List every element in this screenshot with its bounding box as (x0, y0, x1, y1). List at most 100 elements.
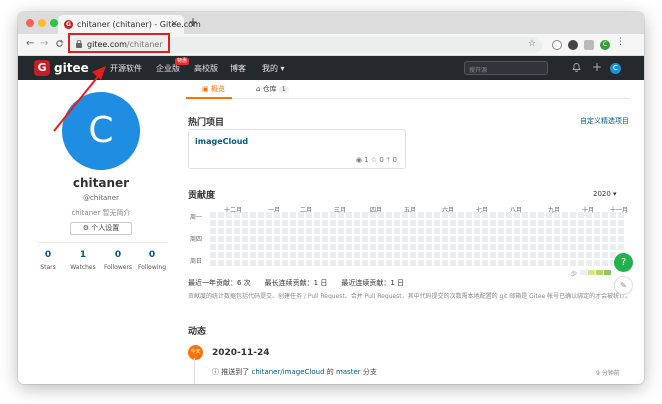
heatmap-cell (434, 220, 440, 226)
close-window-icon[interactable] (26, 19, 34, 27)
contribution-title: 贡献度 (188, 191, 216, 201)
year-select[interactable]: 2020 ▾ (593, 190, 617, 198)
weekday-label: 周四 (190, 236, 203, 243)
heatmap-cell (378, 220, 384, 226)
heatmap-cell (346, 220, 352, 226)
heatmap-cell (594, 252, 600, 258)
customize-projects-link[interactable]: 自定义精选项目 (580, 116, 629, 126)
heatmap-cell (226, 236, 232, 242)
heatmap-cell (490, 244, 496, 250)
heatmap-cell (250, 252, 256, 258)
feedback-float-button[interactable]: ✎ (614, 276, 633, 295)
activity-branch-link[interactable]: master (336, 368, 361, 376)
heatmap-cell (362, 236, 368, 242)
heatmap-cell (330, 220, 336, 226)
heatmap-cell (482, 228, 488, 234)
year-value: 2020 (593, 190, 611, 198)
heatmap-cell (250, 244, 256, 250)
profile-name: chitaner (72, 176, 130, 190)
header-avatar[interactable]: C (610, 63, 621, 74)
heatmap-cell (506, 260, 512, 266)
repo-name-link[interactable]: imageCloud (195, 137, 248, 146)
heatmap-cell (314, 220, 320, 226)
heatmap-cell (562, 212, 568, 218)
tab-divider (186, 98, 630, 99)
profile-avatar-large[interactable]: C (62, 92, 140, 170)
reload-icon[interactable] (55, 38, 64, 51)
heatmap-cell (290, 220, 296, 226)
heatmap-cell (306, 260, 312, 266)
gitee-logo-icon[interactable]: G (34, 60, 50, 76)
heatmap-cell (538, 236, 544, 242)
heatmap-cell (330, 228, 336, 234)
heatmap-cell (474, 228, 480, 234)
heatmap-cell (250, 236, 256, 242)
heatmap-cell (450, 260, 456, 266)
extension-circle-icon[interactable] (552, 40, 562, 50)
forward-icon[interactable]: → (40, 38, 48, 49)
heatmap-cell (330, 260, 336, 266)
heatmap-cell (570, 236, 576, 242)
bookmark-star-icon[interactable]: ☆ (528, 39, 536, 49)
heatmap-cell (322, 244, 328, 250)
heatmap-cell (266, 220, 272, 226)
activity-repo-link[interactable]: chitaner/imageCloud (251, 368, 324, 376)
tab-repos[interactable]: ⌂ 仓库 1 (256, 84, 289, 94)
new-tab-button[interactable]: + (188, 15, 198, 29)
tab-overview[interactable]: ▣ 概览 (202, 84, 225, 94)
heatmap-cell (370, 212, 376, 218)
gitee-brand[interactable]: gitee (54, 61, 89, 75)
heatmap-cell (570, 252, 576, 258)
nav-open-source[interactable]: 开源软件 (110, 63, 142, 74)
heatmap-cell (282, 212, 288, 218)
heatmap-cell (506, 236, 512, 242)
heatmap-cell (554, 244, 560, 250)
heatmap-cell (426, 220, 432, 226)
repo-card[interactable]: imageCloud ◉ 1 ☆ 0 ᛘ 0 (188, 129, 406, 169)
stat-following[interactable]: 0 Following (132, 250, 172, 271)
create-plus-icon[interactable]: + (592, 60, 602, 74)
notification-bell-icon[interactable] (572, 62, 581, 75)
tab-close-icon[interactable]: × (170, 19, 178, 29)
heatmap-cell (578, 212, 584, 218)
star-icon: ☆ (370, 156, 378, 164)
nav-blog[interactable]: 博客 (230, 63, 246, 74)
heatmap-cell (578, 236, 584, 242)
personal-settings-button[interactable]: ⚙ 个人设置 (70, 222, 132, 235)
back-icon[interactable]: ← (26, 38, 34, 49)
heatmap-cell (514, 228, 520, 234)
heatmap-cell (218, 252, 224, 258)
stat-label: Watches (70, 264, 96, 271)
heatmap-cell (474, 244, 480, 250)
personal-settings-label: 个人设置 (91, 224, 120, 232)
stat-value: 0 (148, 250, 156, 260)
profile-avatar[interactable]: C (600, 40, 610, 50)
nav-university[interactable]: 高校版 (194, 63, 218, 74)
heatmap-cell (330, 212, 336, 218)
stat-stars[interactable]: 0 Stars (28, 250, 68, 271)
browser-tab[interactable]: G chitaner (chitaner) - Gitee.com × (58, 15, 201, 34)
heatmap-cell (618, 236, 624, 242)
extension-dot-icon[interactable] (568, 40, 578, 50)
stat-watches[interactable]: 1 Watches (63, 250, 103, 271)
heatmap-cell (402, 228, 408, 234)
heatmap-cell (506, 220, 512, 226)
heatmap-cell (282, 252, 288, 258)
maximize-window-icon[interactable] (50, 19, 58, 27)
heatmap-cell (226, 252, 232, 258)
wechat-float-button[interactable]: ? (614, 253, 633, 272)
heatmap-cell (506, 228, 512, 234)
heatmap-cell (314, 212, 320, 218)
browser-menu-icon[interactable]: ⋮ (616, 37, 625, 47)
heatmap-cell (618, 228, 624, 234)
repo-stats: ◉ 1 ☆ 0 ᛘ 0 (356, 156, 397, 164)
minimize-window-icon[interactable] (38, 19, 46, 27)
heatmap-cell (410, 236, 416, 242)
extension-puzzle-icon[interactable] (584, 40, 594, 50)
nav-mine[interactable]: 我的 ▾ (262, 63, 285, 74)
gitee-search-input[interactable]: 搜开源 (464, 61, 548, 75)
heatmap-cell (322, 236, 328, 242)
heatmap-cell (410, 260, 416, 266)
heatmap-cell (570, 244, 576, 250)
heatmap-cell (514, 260, 520, 266)
